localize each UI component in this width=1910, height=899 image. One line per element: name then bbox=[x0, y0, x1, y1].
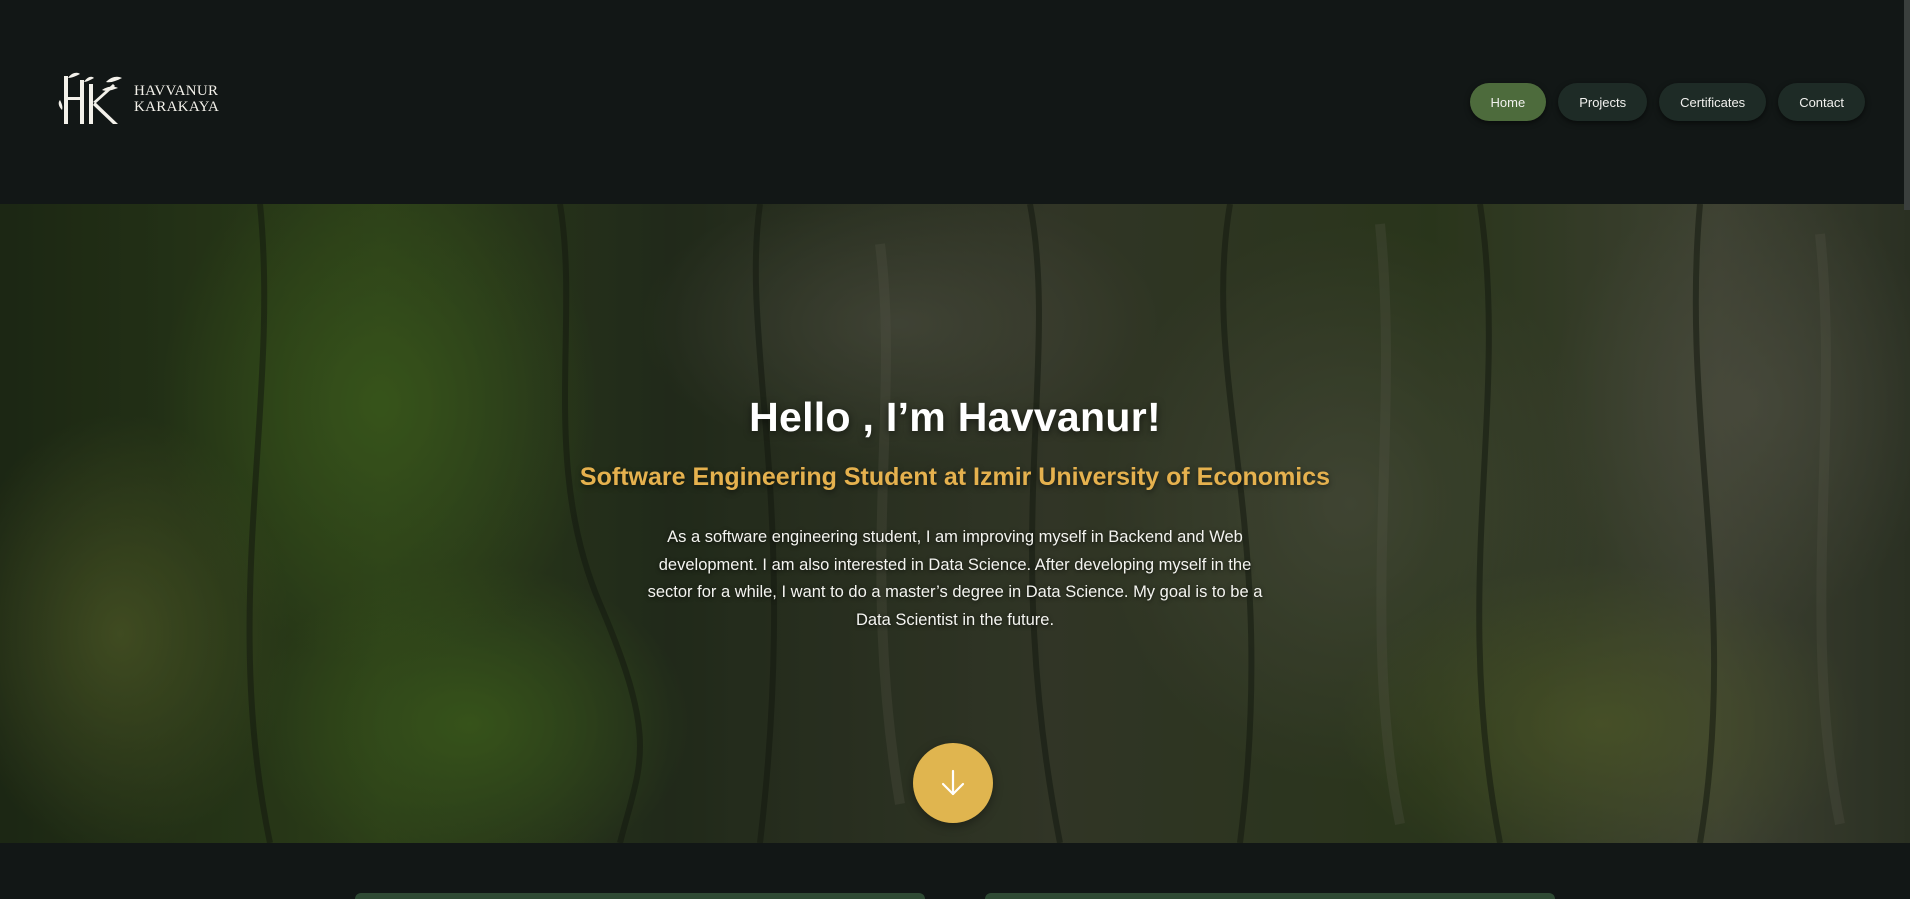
nav-contact-button[interactable]: Contact bbox=[1778, 83, 1865, 121]
hero-content: Hello , I’m Havvanur! Software Engineeri… bbox=[0, 394, 1910, 634]
next-section bbox=[0, 843, 1910, 899]
logo-wordmark: HAVVANUR KARAKAYA bbox=[134, 83, 219, 115]
hero-title: Hello , I’m Havvanur! bbox=[749, 394, 1161, 440]
card-preview-right bbox=[985, 893, 1555, 899]
hero-description: As a software engineering student, I am … bbox=[647, 528, 1263, 629]
logo-first-name: HAVVANUR bbox=[134, 83, 219, 99]
logo-last-name: KARAKAYA bbox=[134, 99, 220, 115]
arrow-down-icon bbox=[941, 769, 965, 796]
hk-monogram-logo-icon bbox=[58, 72, 122, 124]
scrollbar[interactable] bbox=[1904, 0, 1910, 210]
nav-certificates-button[interactable]: Certificates bbox=[1659, 83, 1767, 121]
site-header: HAVVANUR KARAKAYA Home Projects Certific… bbox=[0, 0, 1910, 204]
scroll-down-button[interactable] bbox=[913, 743, 993, 823]
hero-subtitle: Software Engineering Student at Izmir Un… bbox=[579, 463, 1331, 491]
hero-section: Hello , I’m Havvanur! Software Engineeri… bbox=[0, 204, 1910, 843]
nav-home-button[interactable]: Home bbox=[1469, 83, 1547, 121]
nav-projects-button[interactable]: Projects bbox=[1558, 83, 1648, 121]
main-nav: Home Projects Certificates Contact bbox=[1469, 83, 1865, 121]
logo[interactable]: HAVVANUR KARAKAYA bbox=[58, 70, 219, 128]
card-preview-left bbox=[355, 893, 925, 899]
